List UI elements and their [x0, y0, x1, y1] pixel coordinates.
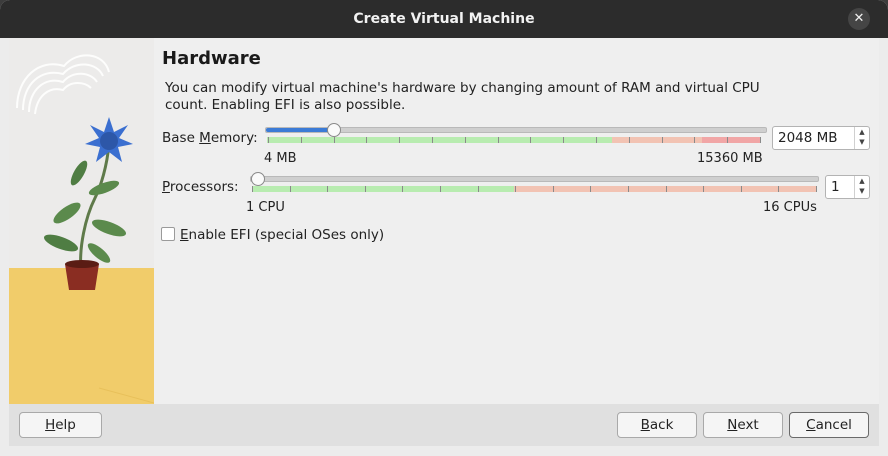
- slider-tick: [402, 186, 404, 192]
- slider-tick: [740, 186, 742, 192]
- processors-slider-handle[interactable]: [251, 172, 265, 186]
- slider-tick: [563, 137, 565, 143]
- help-button-rest: elp: [55, 417, 76, 433]
- enable-efi-checkbox[interactable]: [161, 227, 175, 241]
- arrow-up-icon[interactable]: ▲: [855, 176, 869, 186]
- processors-max-label: 16 CPUs: [763, 200, 817, 215]
- next-button-rest: ext: [737, 417, 759, 433]
- slider-tick: [665, 186, 667, 192]
- slider-tick: [268, 137, 269, 143]
- dialog-window: Create Virtual Machine ✕ Hardware You ca…: [0, 0, 888, 456]
- slider-tick: [530, 137, 532, 143]
- slider-tick: [694, 137, 696, 143]
- slider-tick: [366, 137, 368, 143]
- back-button-accel: B: [640, 417, 650, 433]
- base-memory-label-suffix: emory:: [210, 130, 258, 146]
- slider-tick: [300, 137, 302, 143]
- slider-tick: [596, 137, 597, 143]
- cancel-button[interactable]: Cancel: [789, 412, 869, 438]
- slider-tick: [252, 186, 253, 192]
- help-button[interactable]: Help: [19, 412, 102, 438]
- enable-efi-label-suffix: nable EFI (special OSes only): [188, 227, 385, 243]
- wizard-illustration: [9, 38, 154, 404]
- slider-tick: [333, 137, 335, 143]
- slider-tick: [399, 137, 401, 143]
- memory-min-label: 4 MB: [264, 151, 297, 166]
- slider-tick: [628, 186, 629, 192]
- memory-band-ok: [267, 137, 612, 143]
- processors-spinbox[interactable]: 1 ▲ ▼: [825, 175, 870, 199]
- slider-tick: [552, 186, 554, 192]
- memory-slider-fill: [266, 128, 333, 132]
- slider-tick: [778, 186, 780, 192]
- slider-tick: [628, 137, 630, 143]
- processors-label: Processors:: [162, 179, 239, 195]
- slider-tick: [464, 137, 466, 143]
- slider-tick: [816, 186, 817, 192]
- slider-tick: [703, 186, 705, 192]
- slider-tick: [497, 137, 499, 143]
- slider-tick: [515, 186, 517, 192]
- memory-band-warn: [612, 137, 702, 143]
- slider-tick: [327, 186, 329, 192]
- back-button-rest: ack: [649, 417, 674, 433]
- arrow-up-icon[interactable]: ▲: [855, 127, 869, 137]
- enable-efi-label[interactable]: Enable EFI (special OSes only): [180, 227, 384, 243]
- processors-spin-arrows[interactable]: ▲ ▼: [854, 176, 869, 198]
- slider-tick: [364, 186, 366, 192]
- memory-spin-arrows[interactable]: ▲ ▼: [854, 127, 869, 149]
- slider-tick: [661, 137, 663, 143]
- slider-tick: [590, 186, 592, 192]
- next-button[interactable]: Next: [703, 412, 783, 438]
- enable-efi-label-accel: E: [180, 227, 189, 243]
- processors-label-suffix: rocessors:: [169, 179, 239, 195]
- memory-spinbox[interactable]: 2048 MB ▲ ▼: [772, 126, 870, 150]
- next-button-accel: N: [727, 417, 738, 433]
- processors-band-ok: [252, 186, 514, 192]
- processors-min-label: 1 CPU: [246, 200, 285, 215]
- close-icon[interactable]: ✕: [848, 8, 870, 30]
- memory-slider-handle[interactable]: [326, 123, 341, 137]
- processors-label-accel: P: [162, 179, 170, 195]
- arrow-down-icon[interactable]: ▼: [855, 186, 869, 196]
- slider-tick: [477, 186, 479, 192]
- processors-value[interactable]: 1: [831, 179, 840, 195]
- slider-tick: [289, 186, 291, 192]
- memory-max-label: 15360 MB: [697, 151, 763, 166]
- base-memory-label-accel: M: [199, 130, 211, 146]
- slider-tick: [727, 137, 729, 143]
- window-title: Create Virtual Machine: [353, 11, 535, 27]
- cancel-button-accel: C: [806, 417, 816, 433]
- slider-tick: [760, 137, 761, 143]
- memory-band-bad: [702, 137, 760, 143]
- base-memory-label: Base Memory:: [162, 130, 258, 146]
- back-button[interactable]: Back: [617, 412, 697, 438]
- arrow-down-icon[interactable]: ▼: [855, 137, 869, 147]
- base-memory-label-prefix: Base: [162, 130, 200, 146]
- memory-value[interactable]: 2048 MB: [778, 130, 838, 146]
- processors-slider-track[interactable]: [250, 176, 819, 182]
- page-description: You can modify virtual machine's hardwar…: [165, 80, 760, 113]
- title-bar: Create Virtual Machine ✕: [0, 0, 888, 38]
- page-heading: Hardware: [162, 48, 261, 69]
- cancel-button-rest: ancel: [815, 417, 852, 433]
- slider-tick: [440, 186, 441, 192]
- slider-tick: [432, 137, 433, 143]
- help-button-accel: H: [45, 417, 56, 433]
